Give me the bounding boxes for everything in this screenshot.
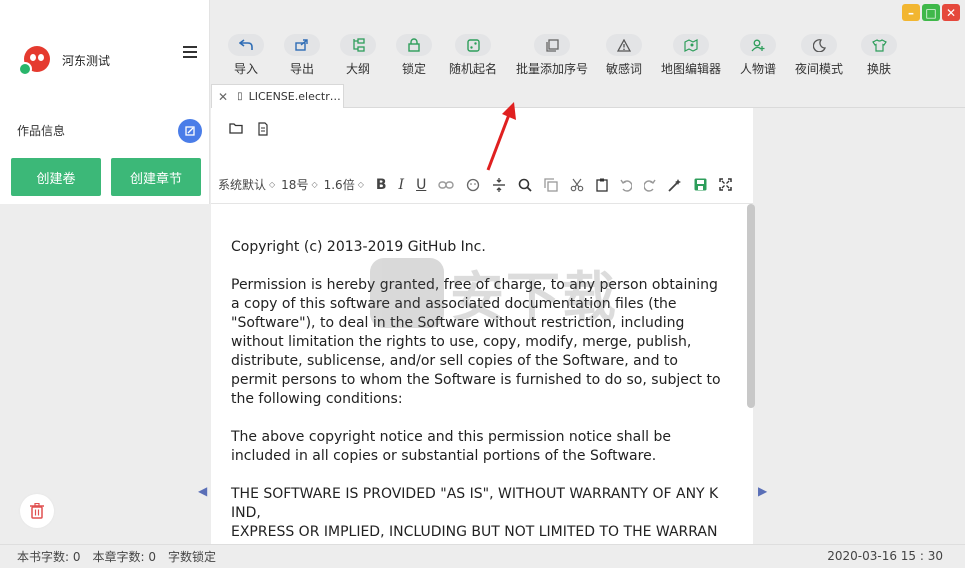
trash-button[interactable]: [20, 494, 54, 528]
lock-icon: [396, 34, 432, 56]
folder-icon[interactable]: [229, 122, 243, 134]
select-caret-icon: ◇: [357, 180, 364, 189]
random-name-icon: [455, 34, 491, 56]
chapter-word-count: 本章字数: 0: [92, 550, 157, 564]
export-icon: [284, 34, 320, 56]
map-editor-icon: [673, 34, 709, 56]
minimize-button[interactable]: –: [902, 4, 920, 21]
copy-icon[interactable]: [544, 177, 558, 192]
datetime: 2020-03-16 15 : 30: [827, 549, 943, 563]
tool-night-mode-label: 夜间模式: [795, 62, 844, 76]
tool-export-label: 导出: [289, 62, 314, 76]
link-icon[interactable]: [438, 180, 455, 190]
tool-batch-number[interactable]: 批量添加序号: [516, 26, 588, 77]
fullscreen-icon[interactable]: [719, 178, 733, 191]
tool-batch-number-label: 批量添加序号: [516, 62, 589, 76]
underline-icon[interactable]: U: [416, 177, 426, 193]
paragraph: THE SOFTWARE IS PROVIDED "AS IS", WITHOU…: [231, 486, 719, 540]
tab-close-icon[interactable]: ✕: [218, 90, 228, 104]
moon-icon: [801, 34, 837, 56]
import-icon: [228, 34, 264, 56]
emoji-icon[interactable]: [466, 178, 480, 192]
shirt-icon: [861, 34, 897, 56]
tool-character-chart-label: 人物谱: [740, 62, 777, 76]
editor-sub-toolbar: [229, 122, 269, 136]
bold-icon[interactable]: B: [376, 177, 387, 193]
create-chapter-button[interactable]: 创建章节: [111, 158, 201, 196]
tab-license[interactable]: ✕ ▯ LICENSE.electr…: [211, 84, 344, 108]
status-bar: 本书字数: 0 本章字数: 0 字数锁定 2020-03-16 15 : 30: [0, 544, 965, 568]
maximize-button[interactable]: □: [922, 4, 940, 21]
tool-skin[interactable]: 换肤: [861, 26, 897, 77]
font-size-select[interactable]: 18号 ◇: [281, 176, 317, 193]
collapse-left-icon[interactable]: ◀: [198, 484, 207, 498]
document-icon[interactable]: [257, 122, 269, 136]
redo-icon[interactable]: [644, 178, 656, 192]
avatar[interactable]: [18, 42, 56, 80]
tool-map-editor[interactable]: 地图编辑器: [661, 26, 721, 77]
trash-icon: [30, 503, 44, 519]
editor-scrollbar[interactable]: [747, 204, 755, 408]
tool-outline-label: 大纲: [345, 62, 370, 76]
tool-lock[interactable]: 锁定: [396, 26, 432, 77]
annotation-arrow-icon: [486, 102, 516, 171]
select-caret-icon: ◇: [269, 180, 276, 189]
create-volume-button[interactable]: 创建卷: [11, 158, 101, 196]
tool-random-name[interactable]: 随机起名: [449, 26, 497, 77]
line-height-select[interactable]: 1.6倍 ◇: [324, 176, 364, 193]
right-panel: [755, 108, 965, 544]
edit-works-button[interactable]: [178, 119, 202, 143]
main-toolbar: 导入 导出 大纲 锁定 随机起名 批量添加序号 敏感词 地图编辑器 人物谱 夜间…: [211, 26, 965, 82]
tool-sensitive-words-label: 敏感词: [606, 62, 643, 76]
menu-icon[interactable]: [183, 46, 197, 58]
font-family-value: 系统默认: [218, 178, 267, 192]
works-info-label: 作品信息: [17, 124, 66, 138]
tool-import[interactable]: 导入: [228, 26, 264, 77]
batch-number-icon: [534, 34, 570, 56]
username: 河东测试: [62, 54, 111, 68]
book-icon: ▯: [237, 91, 243, 102]
line-height-value: 1.6倍: [323, 178, 355, 192]
window-controls: – □ ✕: [902, 4, 960, 21]
font-size-value: 18号: [281, 178, 309, 192]
font-family-select[interactable]: 系统默认 ◇: [218, 176, 275, 193]
undo-icon[interactable]: [620, 178, 633, 192]
tool-random-name-label: 随机起名: [449, 62, 498, 76]
sidebar-header: 河东测试 作品信息 创建卷 创建章节: [0, 0, 210, 204]
tool-map-editor-label: 地图编辑器: [661, 62, 722, 76]
tool-import-label: 导入: [233, 62, 258, 76]
watermark-text: 安下载: [450, 266, 618, 329]
word-count-lock[interactable]: 字数锁定: [168, 548, 216, 565]
cut-icon[interactable]: [570, 178, 584, 192]
collapse-right-icon[interactable]: ▶: [758, 484, 767, 498]
paste-icon[interactable]: [596, 178, 608, 192]
watermark-logo-icon: [370, 257, 444, 328]
tool-sensitive-words[interactable]: 敏感词: [606, 26, 642, 77]
avatar-badge-icon: [18, 62, 32, 76]
save-icon[interactable]: [694, 178, 707, 191]
tool-character-chart[interactable]: 人物谱: [740, 26, 776, 77]
tab-label: LICENSE.electr…: [248, 90, 341, 103]
warning-icon: [606, 34, 642, 56]
outline-icon: [340, 34, 376, 56]
tool-lock-label: 锁定: [401, 62, 426, 76]
tool-outline[interactable]: 大纲: [340, 26, 376, 77]
split-icon[interactable]: [492, 177, 506, 193]
watermark: 安下载: [370, 253, 618, 332]
close-button[interactable]: ✕: [942, 4, 960, 21]
chapter-list-area: [0, 204, 210, 544]
search-icon[interactable]: [518, 178, 532, 192]
tab-bar: ✕ ▯ LICENSE.electr…: [211, 84, 965, 108]
book-word-count: 本书字数: 0: [17, 550, 81, 564]
paragraph: The above copyright notice and this perm…: [231, 429, 671, 464]
magic-wand-icon[interactable]: [668, 178, 682, 192]
select-caret-icon: ◇: [311, 180, 318, 189]
edit-icon: [185, 126, 195, 136]
tool-night-mode[interactable]: 夜间模式: [795, 26, 843, 77]
italic-icon[interactable]: I: [399, 177, 405, 193]
tool-skin-label: 换肤: [866, 62, 891, 76]
person-add-icon: [740, 34, 776, 56]
tool-export[interactable]: 导出: [284, 26, 320, 77]
